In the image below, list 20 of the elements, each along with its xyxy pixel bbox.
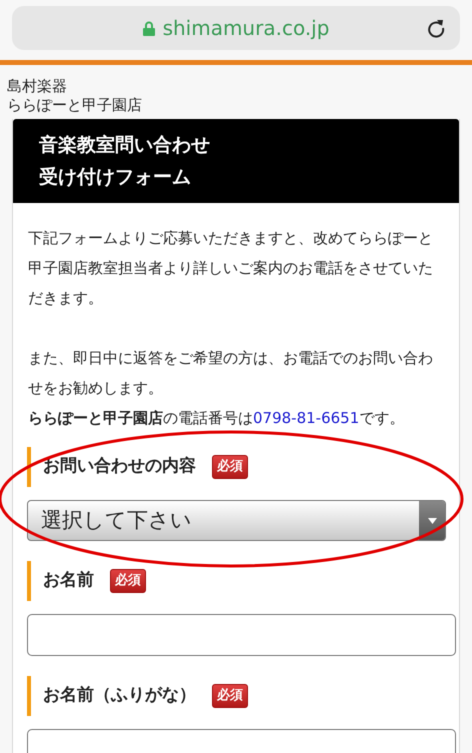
intro-paragraph: 下記フォームよりご応募いただきますと、改めてららぽーと甲子園店教室担当者より詳しいご案内のお電話をさせていただきます。 <box>28 228 434 309</box>
intro-paragraph: また、即日中に返答をご希望の方は、お電話でのお問い合わせをお勧めします。 <box>28 348 434 399</box>
lock-icon <box>142 20 155 36</box>
phone-sentence: ららぽーと甲子園店の電話番号は0798-81-6651です。 <box>28 408 406 429</box>
field-label: お名前（ふりがな） <box>43 684 196 708</box>
text-input-field[interactable] <box>27 614 456 656</box>
form-title: 音楽教室問い合わせ <box>39 133 211 158</box>
reload-icon[interactable] <box>426 18 446 38</box>
field-label: お問い合わせの内容 <box>43 455 196 478</box>
required-badge: 必須 <box>110 569 146 593</box>
url-text: shimamura.co.jp <box>162 15 330 42</box>
field-label: お名前 <box>43 569 94 592</box>
required-badge: 必須 <box>212 684 248 708</box>
store-branch: ららぽーと甲子園店 <box>7 96 143 115</box>
store-brand: 島村楽器 <box>7 77 68 96</box>
dropdown-arrow-icon <box>428 518 436 524</box>
required-badge: 必須 <box>212 455 248 479</box>
select-field[interactable]: 選択して下さい <box>27 500 446 541</box>
form-title: 受け付けフォーム <box>39 165 192 190</box>
phone-link[interactable]: 0798-81-6651 <box>253 409 360 427</box>
